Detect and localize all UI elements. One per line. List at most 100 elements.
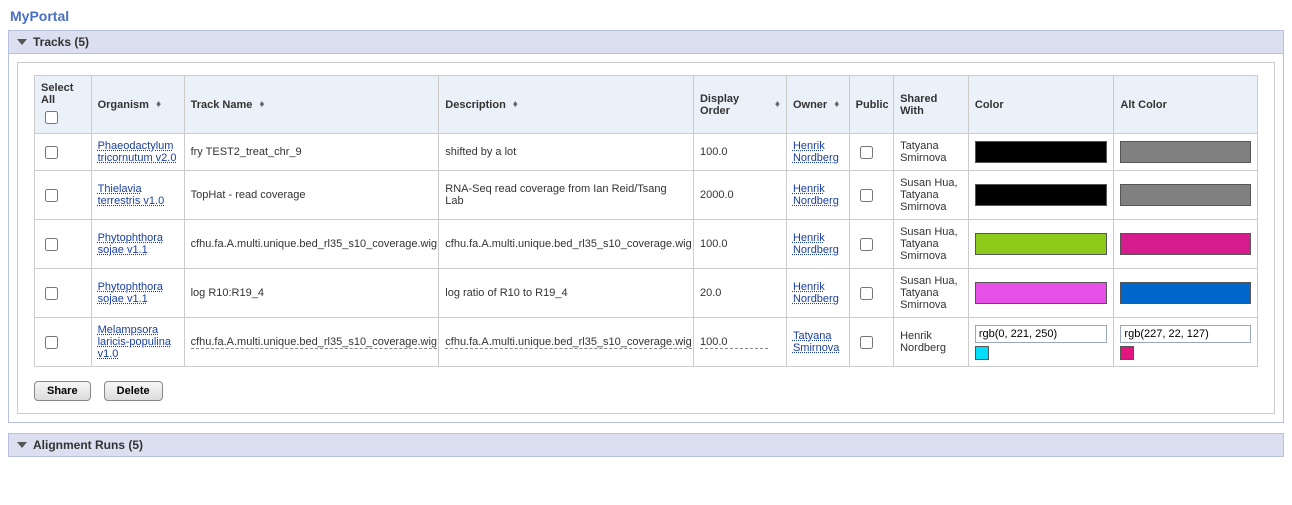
column-header-display-order[interactable]: Display Order♦ xyxy=(693,76,786,134)
alt-color-swatch[interactable] xyxy=(1120,184,1251,206)
table-row: Phytophthora sojae v1.1 log R10:R19_4log … xyxy=(35,269,1258,318)
organism-cell: Phytophthora sojae v1.1 xyxy=(91,220,184,269)
shared-with-cell: Susan Hua, Tatyana Smirnova xyxy=(894,171,969,220)
table-row: Phytophthora sojae v1.1 cfhu.fa.A.multi.u… xyxy=(35,220,1258,269)
public-cell xyxy=(849,269,893,318)
column-header-track-name[interactable]: Track Name♦ xyxy=(184,76,439,134)
track-name-cell[interactable]: cfhu.fa.A.multi.unique.bed_rl35_s10_cove… xyxy=(184,318,439,367)
owner-cell: Tatyana Smirnova xyxy=(786,318,849,367)
alt-color-cell[interactable] xyxy=(1114,134,1258,171)
select-all-checkbox[interactable] xyxy=(45,111,58,124)
display-order-cell[interactable]: 20.0 xyxy=(693,269,786,318)
alt-color-swatch[interactable] xyxy=(1120,141,1251,163)
table-header-row: Select All Organism♦ Track Name♦ Descrip… xyxy=(35,76,1258,134)
color-cell[interactable] xyxy=(968,318,1114,367)
color-swatch[interactable] xyxy=(975,282,1108,304)
description-editable[interactable]: cfhu.fa.A.multi.unique.bed_rl35_s10_cove… xyxy=(445,336,691,349)
alt-color-label: Alt Color xyxy=(1120,99,1166,111)
organism-link[interactable]: Melampsora laricis-populina v1.0 xyxy=(98,324,171,360)
color-label: Color xyxy=(975,99,1004,111)
row-select-cell xyxy=(35,220,92,269)
owner-link[interactable]: Tatyana Smirnova xyxy=(793,330,839,354)
track-name-cell[interactable]: fry TEST2_treat_chr_9 xyxy=(184,134,439,171)
color-swatch[interactable] xyxy=(975,184,1108,206)
alt-color-swatch-small[interactable] xyxy=(1120,346,1134,360)
public-cell xyxy=(849,318,893,367)
description-cell[interactable]: RNA-Seq read coverage from Ian Reid/Tsan… xyxy=(439,171,694,220)
display-order-editable[interactable]: 100.0 xyxy=(700,336,768,349)
column-header-description[interactable]: Description♦ xyxy=(439,76,694,134)
alignment-runs-accordion-header[interactable]: Alignment Runs (5) xyxy=(9,434,1283,456)
description-cell[interactable]: cfhu.fa.A.multi.unique.bed_rl35_s10_cove… xyxy=(439,220,694,269)
display-order-cell[interactable]: 100.0 xyxy=(693,220,786,269)
organism-cell: Phytophthora sojae v1.1 xyxy=(91,269,184,318)
owner-link[interactable]: Henrik Nordberg xyxy=(793,140,839,164)
color-cell[interactable] xyxy=(968,171,1114,220)
color-input[interactable] xyxy=(975,325,1108,343)
column-header-organism[interactable]: Organism♦ xyxy=(91,76,184,134)
chevron-down-icon xyxy=(17,442,27,448)
organism-label: Organism xyxy=(98,99,149,111)
alt-color-cell[interactable] xyxy=(1114,171,1258,220)
column-header-select-all[interactable]: Select All xyxy=(35,76,92,134)
alt-color-swatch[interactable] xyxy=(1120,282,1251,304)
color-swatch-small[interactable] xyxy=(975,346,989,360)
track-name-cell[interactable]: cfhu.fa.A.multi.unique.bed_rl35_s10_cove… xyxy=(184,220,439,269)
alt-color-cell[interactable] xyxy=(1114,269,1258,318)
color-swatch[interactable] xyxy=(975,141,1108,163)
owner-link[interactable]: Henrik Nordberg xyxy=(793,232,839,256)
description-cell[interactable]: log ratio of R10 to R19_4 xyxy=(439,269,694,318)
row-select-checkbox[interactable] xyxy=(45,146,58,159)
column-header-shared-with: Shared With xyxy=(894,76,969,134)
column-header-color: Color xyxy=(968,76,1114,134)
color-cell[interactable] xyxy=(968,269,1114,318)
tracks-accordion-header[interactable]: Tracks (5) xyxy=(9,31,1283,54)
alt-color-swatch[interactable] xyxy=(1120,233,1251,255)
shared-with-cell: Susan Hua, Tatyana Smirnova xyxy=(894,220,969,269)
organism-link[interactable]: Phaeodactylum tricornutum v2.0 xyxy=(98,140,177,164)
row-select-cell xyxy=(35,318,92,367)
color-cell[interactable] xyxy=(968,220,1114,269)
owner-link[interactable]: Henrik Nordberg xyxy=(793,183,839,207)
row-select-checkbox[interactable] xyxy=(45,287,58,300)
sort-icon: ♦ xyxy=(834,100,839,110)
public-checkbox[interactable] xyxy=(860,287,873,300)
organism-link[interactable]: Thielavia terrestris v1.0 xyxy=(98,183,165,207)
description-cell[interactable]: shifted by a lot xyxy=(439,134,694,171)
track-name-cell[interactable]: TopHat - read coverage xyxy=(184,171,439,220)
row-select-checkbox[interactable] xyxy=(45,336,58,349)
owner-link[interactable]: Henrik Nordberg xyxy=(793,281,839,305)
display-order-cell[interactable]: 2000.0 xyxy=(693,171,786,220)
organism-cell: Phaeodactylum tricornutum v2.0 xyxy=(91,134,184,171)
track-name-cell[interactable]: log R10:R19_4 xyxy=(184,269,439,318)
display-order-cell[interactable]: 100.0 xyxy=(693,318,786,367)
tracks-accordion-body: Select All Organism♦ Track Name♦ Descrip… xyxy=(17,62,1275,414)
public-checkbox[interactable] xyxy=(860,238,873,251)
color-cell[interactable] xyxy=(968,134,1114,171)
description-cell[interactable]: cfhu.fa.A.multi.unique.bed_rl35_s10_cove… xyxy=(439,318,694,367)
column-header-owner[interactable]: Owner ♦ xyxy=(786,76,849,134)
delete-button[interactable]: Delete xyxy=(104,381,163,401)
public-label: Public xyxy=(856,99,889,111)
owner-label: Owner xyxy=(793,99,827,111)
color-swatch[interactable] xyxy=(975,233,1108,255)
button-row: Share Delete xyxy=(34,381,1258,401)
alignment-runs-accordion-title: Alignment Runs (5) xyxy=(33,438,143,452)
track-name-editable[interactable]: cfhu.fa.A.multi.unique.bed_rl35_s10_cove… xyxy=(191,336,437,349)
row-select-checkbox[interactable] xyxy=(45,189,58,202)
row-select-checkbox[interactable] xyxy=(45,238,58,251)
sort-icon: ♦ xyxy=(513,100,518,110)
organism-link[interactable]: Phytophthora sojae v1.1 xyxy=(98,232,163,256)
public-checkbox[interactable] xyxy=(860,189,873,202)
alt-color-cell[interactable] xyxy=(1114,220,1258,269)
organism-link[interactable]: Phytophthora sojae v1.1 xyxy=(98,281,163,305)
public-checkbox[interactable] xyxy=(860,146,873,159)
share-button[interactable]: Share xyxy=(34,381,91,401)
public-cell xyxy=(849,134,893,171)
public-checkbox[interactable] xyxy=(860,336,873,349)
owner-cell: Henrik Nordberg xyxy=(786,134,849,171)
tracks-accordion-title: Tracks (5) xyxy=(33,35,89,49)
alt-color-input[interactable] xyxy=(1120,325,1251,343)
display-order-cell[interactable]: 100.0 xyxy=(693,134,786,171)
alt-color-cell[interactable] xyxy=(1114,318,1258,367)
